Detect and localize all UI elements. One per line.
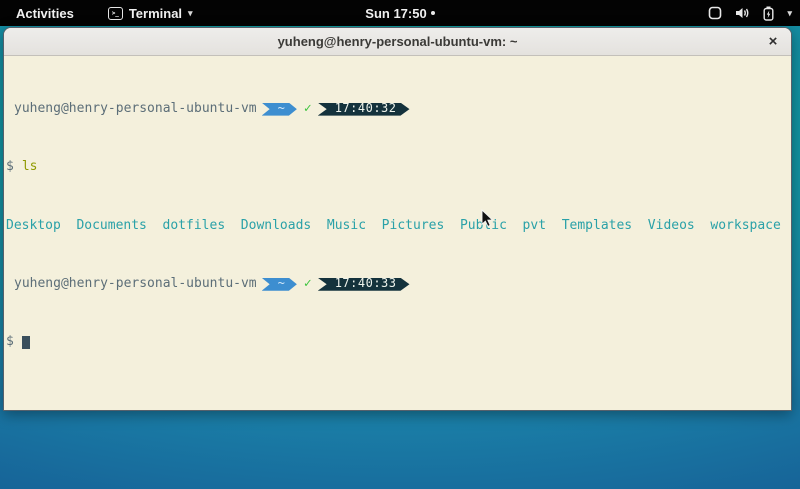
typed-command: ls [14,159,38,174]
terminal-content[interactable]: yuheng@henry-personal-ubuntu-vm ~ ✓ 17:4… [4,56,791,409]
prompt-user-host: yuheng@henry-personal-ubuntu-vm [6,102,257,117]
command-line: $ls [6,160,791,175]
activities-button[interactable]: Activities [12,4,78,23]
clock-button[interactable]: Sun 17:50 [365,6,434,21]
prompt-time-segment: 17:40:33 [318,278,410,291]
system-status-area[interactable]: ▾ [708,6,792,21]
notification-dot-icon [431,11,435,15]
prompt-time-segment: 17:40:32 [318,103,410,116]
prompt-cwd-segment: ~ [262,103,297,116]
clock-label: Sun 17:50 [365,6,426,21]
ls-output-line: Desktop Documents dotfiles Downloads Mus… [6,219,791,234]
prompt-line: yuheng@henry-personal-ubuntu-vm ~ ✓ 17:4… [6,102,791,117]
mouse-pointer-icon [481,209,494,228]
window-title: yuheng@henry-personal-ubuntu-vm: ~ [278,34,518,49]
desktop-background: Activities >_ Terminal ▾ Sun 17:50 [0,0,800,489]
terminal-cursor [22,336,30,349]
terminal-icon: >_ [108,7,123,20]
system-menu-chevron-icon: ▾ [787,9,792,18]
prompt-cwd-segment: ~ [262,278,297,291]
prompt-symbol: $ [6,159,14,174]
window-titlebar[interactable]: yuheng@henry-personal-ubuntu-vm: ~ × [4,28,791,56]
wired-network-icon [708,6,722,20]
prompt-line: yuheng@henry-personal-ubuntu-vm ~ ✓ 17:4… [6,277,791,292]
app-menu-label: Terminal [129,6,182,21]
status-check-icon: ✓ [304,102,312,117]
app-menu[interactable]: >_ Terminal ▾ [108,6,193,21]
prompt-symbol: $ [6,334,14,349]
top-bar: Activities >_ Terminal ▾ Sun 17:50 [0,0,800,26]
command-line-active[interactable]: $ [6,335,791,350]
battery-charging-icon [763,6,774,21]
close-icon[interactable]: × [764,33,782,51]
volume-icon [735,6,750,20]
terminal-window: yuheng@henry-personal-ubuntu-vm: ~ × yuh… [3,27,792,411]
status-check-icon: ✓ [304,277,312,292]
prompt-user-host: yuheng@henry-personal-ubuntu-vm [6,277,257,292]
chevron-down-icon: ▾ [188,9,193,18]
